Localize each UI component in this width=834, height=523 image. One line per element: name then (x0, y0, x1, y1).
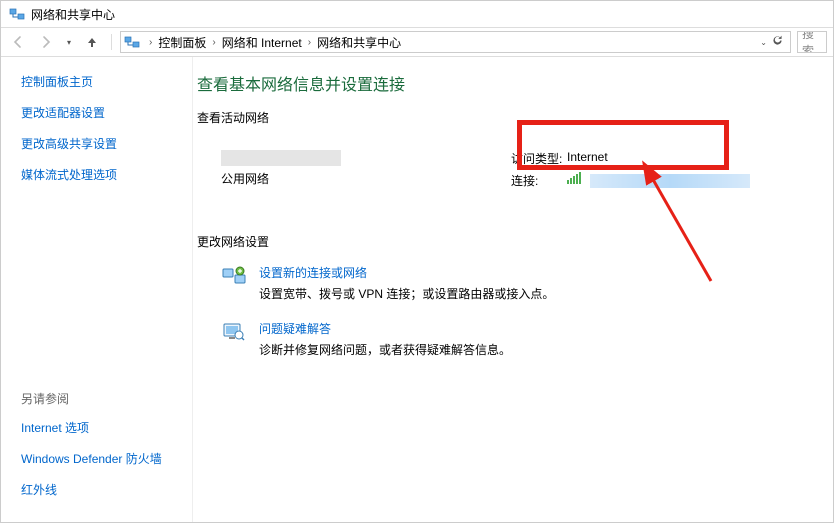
active-networks-label: 查看活动网络 (197, 109, 823, 126)
connection-link[interactable] (567, 172, 750, 189)
network-center-icon (7, 4, 27, 24)
search-placeholder: 搜索 (802, 31, 822, 53)
sidebar-link-sharing[interactable]: 更改高级共享设置 (21, 135, 192, 152)
address-bar[interactable]: › 控制面板 › 网络和 Internet › 网络和共享中心 ⌄ (120, 31, 791, 53)
sidebar: 控制面板主页 更改适配器设置 更改高级共享设置 媒体流式处理选项 另请参阅 In… (1, 57, 193, 522)
sidebar-link-media[interactable]: 媒体流式处理选项 (21, 166, 192, 183)
see-also-infrared[interactable]: 红外线 (21, 481, 192, 498)
troubleshoot-item: 问题疑难解答 诊断并修复网络问题，或者获得疑难解答信息。 (221, 320, 823, 358)
separator (111, 34, 112, 50)
wifi-signal-icon (567, 172, 581, 184)
troubleshoot-link[interactable]: 问题疑难解答 (259, 320, 511, 337)
breadcrumb-item[interactable]: 控制面板 (156, 34, 208, 51)
search-input[interactable]: 搜索 (797, 31, 827, 53)
back-button[interactable] (7, 31, 29, 53)
troubleshoot-icon (221, 320, 247, 344)
navigation-bar: ▾ › 控制面板 › 网络和 Internet › 网络和共享中心 ⌄ 搜索 (1, 27, 833, 57)
refresh-button[interactable] (771, 34, 784, 50)
breadcrumb-item[interactable]: 网络和共享中心 (315, 34, 403, 51)
network-name-redacted (221, 150, 341, 166)
network-type: 公用网络 (221, 170, 511, 187)
main-content: 查看基本网络信息并设置连接 查看活动网络 公用网络 访问类型: Internet… (193, 57, 833, 522)
sidebar-link-home[interactable]: 控制面板主页 (21, 73, 192, 90)
page-title: 查看基本网络信息并设置连接 (197, 71, 823, 95)
access-type-value: Internet (567, 150, 608, 167)
address-history-dropdown[interactable]: ⌄ (760, 38, 767, 47)
chevron-right-icon[interactable]: › (145, 37, 156, 48)
setup-connection-link[interactable]: 设置新的连接或网络 (259, 264, 554, 281)
see-also-heading: 另请参阅 (21, 390, 192, 407)
see-also-internet-options[interactable]: Internet 选项 (21, 419, 192, 436)
troubleshoot-desc: 诊断并修复网络问题，或者获得疑难解答信息。 (259, 343, 511, 357)
network-center-icon (123, 33, 141, 51)
connections-label: 连接: (511, 172, 567, 189)
setup-connection-item: 设置新的连接或网络 设置宽带、拨号或 VPN 连接；或设置路由器或接入点。 (221, 264, 823, 302)
forward-button[interactable] (35, 31, 57, 53)
window-title: 网络和共享中心 (31, 6, 115, 23)
sidebar-link-adapters[interactable]: 更改适配器设置 (21, 104, 192, 121)
chevron-right-icon[interactable]: › (208, 37, 219, 48)
setup-connection-desc: 设置宽带、拨号或 VPN 连接；或设置路由器或接入点。 (259, 287, 554, 301)
change-settings-label: 更改网络设置 (197, 233, 823, 250)
access-type-label: 访问类型: (511, 150, 567, 167)
recent-dropdown[interactable]: ▾ (63, 31, 75, 53)
active-network-row: 公用网络 访问类型: Internet 连接: (221, 150, 823, 189)
title-bar: 网络和共享中心 (1, 1, 833, 27)
setup-connection-icon (221, 264, 247, 288)
breadcrumb-item[interactable]: 网络和 Internet (220, 34, 304, 51)
connection-name-redacted (590, 174, 750, 188)
chevron-right-icon[interactable]: › (304, 37, 315, 48)
up-button[interactable] (81, 31, 103, 53)
see-also-firewall[interactable]: Windows Defender 防火墙 (21, 450, 192, 467)
